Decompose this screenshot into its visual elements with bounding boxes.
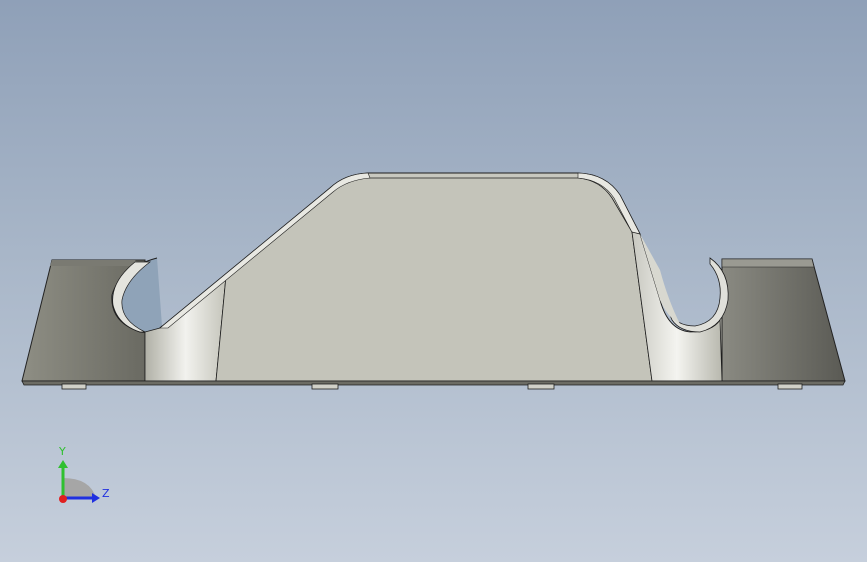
z-axis-label: Z xyxy=(102,487,110,500)
coordinate-triad: Y Z xyxy=(58,445,110,503)
foot-1 xyxy=(61,383,87,390)
x-axis-dot-icon xyxy=(59,495,67,503)
main-front-face xyxy=(215,177,653,382)
right-end-top-face xyxy=(721,258,815,268)
y-axis-arrow-icon xyxy=(58,460,68,468)
right-end-block xyxy=(721,258,846,382)
base-bottom-edge xyxy=(21,380,846,386)
graphics-viewport[interactable]: Y Z xyxy=(0,0,867,562)
foot-4 xyxy=(777,383,803,390)
y-axis-label: Y xyxy=(58,445,66,458)
foot-2 xyxy=(311,383,339,390)
foot-3 xyxy=(527,383,555,390)
z-axis-arrow-icon xyxy=(92,493,100,503)
triad-plane-icon xyxy=(63,478,96,498)
model-view[interactable]: Y Z xyxy=(0,0,867,562)
left-end-top-face xyxy=(50,260,142,266)
